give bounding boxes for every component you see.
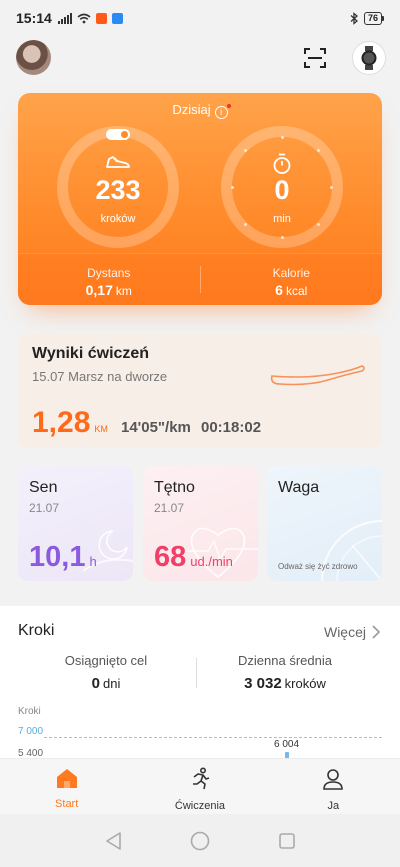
goal-tick-label: 7 000	[18, 726, 44, 737]
exercise-duration: 00:18:02	[201, 419, 262, 436]
heart-value: 68 ud./min	[154, 541, 233, 573]
heart-title: Tętno	[154, 479, 195, 496]
exercise-results-card[interactable]: Wyniki ćwiczeń 15.07 Marsz na dworze 1,2…	[18, 334, 382, 448]
route-map	[270, 365, 365, 386]
recents-icon[interactable]	[278, 832, 296, 850]
app-notification-icon	[111, 12, 123, 24]
daily-average-stat: Dzienna średnia 3 032 kroków	[238, 653, 332, 692]
system-navigation	[0, 814, 400, 867]
today-activity-card[interactable]: Dzisiaj i 233 kroków 0 min Dystans 0,17 …	[18, 93, 382, 305]
today-title: Dzisiaj i	[18, 102, 382, 119]
goal-line	[44, 737, 382, 738]
goal-achieved-stat: Osiągnięto cel 0 dni	[64, 653, 148, 692]
info-icon[interactable]: i	[214, 104, 231, 119]
back-icon[interactable]	[104, 831, 122, 851]
status-bar: 15:14 76	[0, 0, 400, 36]
shoe-icon	[106, 156, 130, 168]
status-icons-right: 76	[350, 11, 384, 25]
watch-icon	[361, 46, 377, 70]
exercise-distance: 1,28 KM	[32, 406, 108, 439]
steps-value: 233	[95, 175, 141, 205]
sleep-date: 21.07	[29, 501, 60, 515]
minutes-ring[interactable]: 0 min	[221, 126, 343, 248]
status-time: 15:14	[16, 10, 52, 26]
more-link[interactable]: Więcej	[324, 624, 380, 640]
home-icon	[56, 769, 77, 788]
bottom-navigation: Start Ćwiczenia Ja	[0, 758, 400, 814]
exercise-pace: 14'05"/km	[121, 419, 191, 436]
avatar[interactable]	[16, 40, 51, 75]
sleep-card[interactable]: Sen 21.07 10,1 h	[18, 466, 133, 581]
stopwatch-icon	[273, 153, 291, 174]
calories-stat: Kalorie 6 kcal	[272, 266, 310, 298]
nav-exercises[interactable]: Ćwiczenia	[133, 759, 266, 814]
steps-ring[interactable]: 233 kroków	[57, 126, 179, 248]
sleep-title: Sen	[29, 479, 58, 496]
person-icon	[323, 769, 344, 790]
signal-icon	[57, 12, 72, 24]
nav-me[interactable]: Ja	[267, 759, 400, 814]
weight-motto: Odważ się żyć zdrowo	[278, 562, 358, 571]
home-circle-icon[interactable]	[190, 831, 210, 851]
exercise-title: Wyniki ćwiczeń	[32, 345, 150, 362]
battery-indicator: 76	[363, 11, 384, 25]
heart-date: 21.07	[154, 501, 185, 515]
minutes-value: 0	[274, 175, 290, 205]
runner-icon	[192, 767, 210, 790]
ring-toggle[interactable]	[106, 129, 130, 140]
bar-value-label: 6 004	[274, 739, 300, 750]
nav-start[interactable]: Start	[0, 759, 133, 814]
device-button[interactable]	[352, 41, 386, 75]
steps-unit: kroków	[100, 213, 136, 225]
heart-rate-card[interactable]: Tętno 21.07 68 ud./min	[143, 466, 258, 581]
minutes-unit: min	[273, 213, 291, 225]
app-notification-icon	[95, 12, 107, 24]
distance-stat: Dystans 0,17 km	[85, 266, 132, 298]
today-stats: Dystans 0,17 km Kalorie 6 kcal	[18, 253, 382, 305]
chart-y-label: Kroki	[18, 706, 41, 717]
steps-section-title: Kroki	[18, 622, 55, 639]
sleep-value: 10,1 h	[29, 541, 97, 573]
scan-icon	[304, 48, 326, 68]
app-screen: 15:14 76 Dzisiaj i 233 kroków 0 min Dyst…	[0, 0, 400, 867]
exercise-subtitle: 15.07 Marsz na dworze	[32, 369, 168, 384]
weight-card[interactable]: Waga Odważ się żyć zdrowo	[267, 466, 382, 581]
weight-title: Waga	[278, 479, 320, 496]
wifi-icon	[77, 13, 91, 23]
chevron-right-icon	[372, 625, 380, 639]
scan-button[interactable]	[302, 45, 328, 71]
status-icons-left	[57, 12, 123, 24]
bluetooth-icon	[350, 11, 358, 25]
